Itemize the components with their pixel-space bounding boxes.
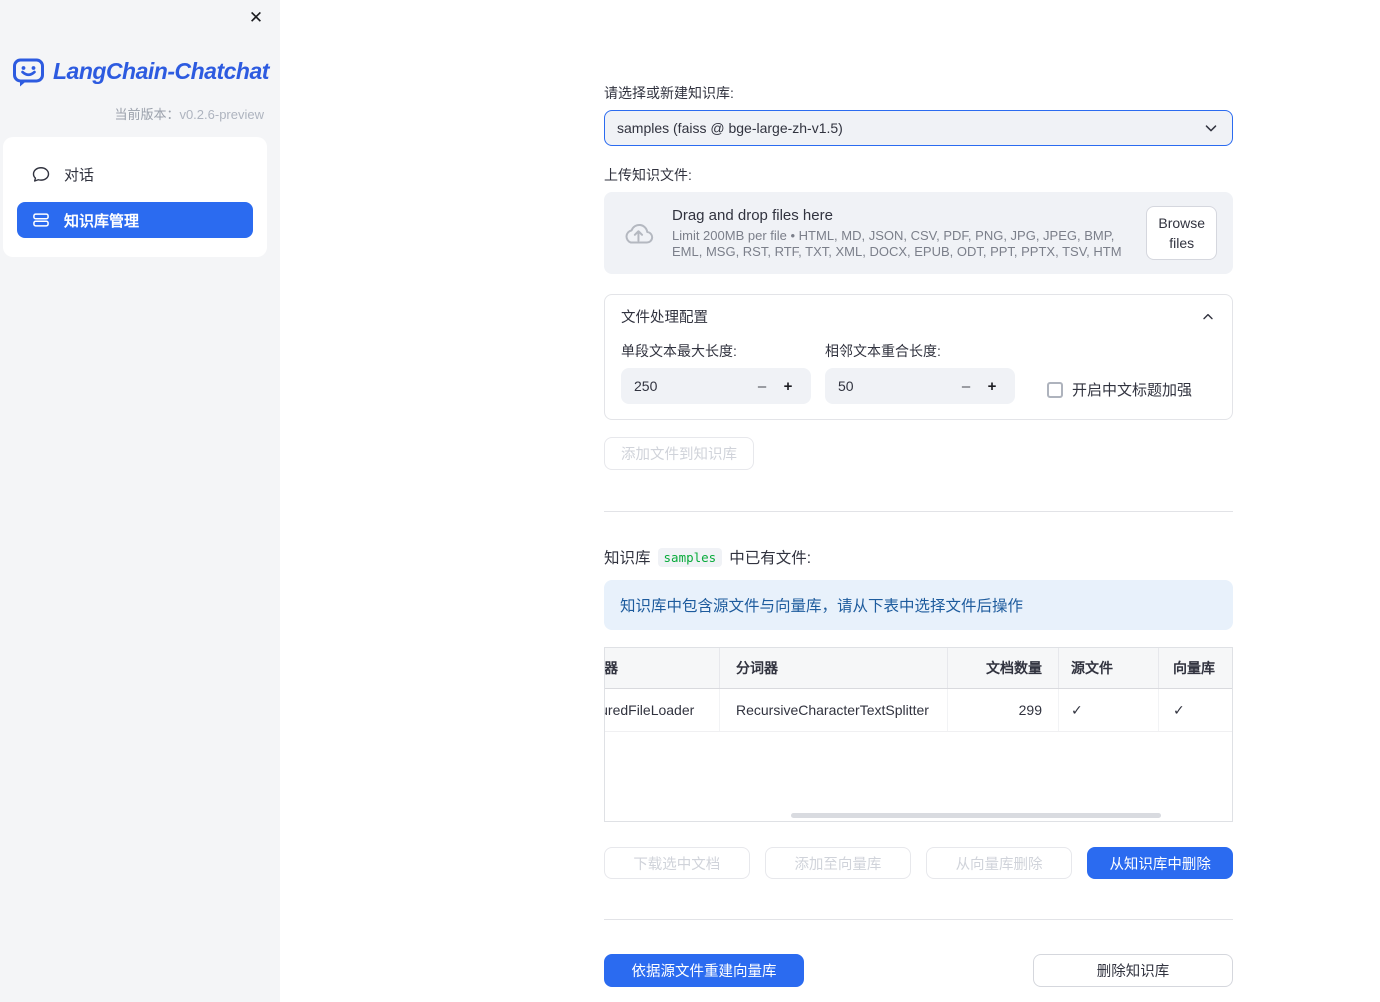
cell-loader: UnstructuredFileLoader: [605, 689, 720, 731]
cell-splitter: RecursiveCharacterTextSplitter: [720, 689, 948, 731]
sidebar-nav: 对话 知识库管理: [3, 137, 267, 257]
logo-text: LangChain-Chatchat: [53, 58, 269, 84]
increment-button[interactable]: +: [775, 378, 801, 395]
table-horizontal-scrollbar[interactable]: [791, 813, 1161, 818]
zh-title-enhance-checkbox[interactable]: [1047, 381, 1063, 398]
zh-title-enhance-label: 开启中文标题加强: [1072, 382, 1193, 399]
delete-from-kb-button[interactable]: 从知识库中删除: [1087, 847, 1233, 879]
logo-chat-bubble-icon: [12, 55, 45, 88]
browse-files-button[interactable]: Browse files: [1146, 206, 1217, 260]
kb-actions-row: 依据源文件重建向量库 删除知识库: [604, 954, 1233, 987]
delete-from-vector-store-button[interactable]: 从向量库删除: [926, 847, 1072, 879]
table-row[interactable]: UnstructuredFileLoader RecursiveCharacte…: [605, 689, 1232, 732]
sidebar-item-knowledge-base[interactable]: 知识库管理: [17, 202, 253, 238]
column-header-splitter[interactable]: 分词器: [720, 648, 948, 688]
app-logo: LangChain-Chatchat: [12, 55, 280, 88]
kb-name-code: samples: [657, 547, 723, 567]
table-header-row: 文档加载器 分词器 文档数量 源文件 向量库: [605, 648, 1232, 689]
table-inner: 文档加载器 分词器 文档数量 源文件 向量库 UnstructuredFileL…: [605, 648, 1232, 732]
kb-select-value: samples (faiss @ bge-large-zh-v1.5): [617, 120, 843, 136]
column-header-doc-count[interactable]: 文档数量: [948, 648, 1059, 688]
info-banner: 知识库中包含源文件与向量库，请从下表中选择文件后操作: [604, 580, 1233, 630]
stacked-collection-icon: [31, 210, 51, 230]
kb-files-heading: 知识库 samples 中已有文件:: [604, 546, 1233, 568]
file-config-expander-header[interactable]: 文件处理配置: [605, 295, 1232, 338]
upload-label: 上传知识文件:: [604, 167, 692, 183]
rebuild-vector-store-button[interactable]: 依据源文件重建向量库: [604, 954, 804, 987]
column-header-loader[interactable]: 文档加载器: [605, 648, 720, 688]
chevron-up-icon: [1200, 309, 1216, 325]
chunk-size-value: 250: [634, 378, 658, 394]
file-config-title: 文件处理配置: [621, 310, 708, 326]
add-to-vector-store-button[interactable]: 添加至向量库: [765, 847, 911, 879]
download-selected-button[interactable]: 下载选中文档: [604, 847, 750, 879]
dropzone-hint: Limit 200MB per file • HTML, MD, JSON, C…: [672, 227, 1122, 259]
cell-vector-store-check: ✓: [1173, 701, 1185, 718]
chunk-size-input[interactable]: 250 – +: [621, 368, 811, 404]
sidebar-item-chat[interactable]: 对话: [17, 156, 253, 192]
divider: [604, 511, 1233, 512]
cloud-upload-icon: [620, 220, 656, 247]
content-column: 请选择或新建知识库: samples (faiss @ bge-large-zh…: [604, 83, 1233, 987]
overlap-value: 50: [838, 378, 854, 394]
decrement-button[interactable]: –: [953, 378, 979, 395]
cell-source-file-check: ✓: [1059, 689, 1159, 731]
version-info: 当前版本：v0.2.6-preview: [0, 104, 280, 123]
sidebar-item-label: 知识库管理: [64, 212, 140, 230]
file-config-body: 单段文本最大长度: 250 – + 相邻文本重合长度: 50 – + 开启中文标…: [605, 338, 1232, 419]
kb-files-prefix: 知识库: [604, 550, 651, 567]
cell-doc-count: 299: [948, 689, 1059, 731]
dropzone-title: Drag and drop files here: [672, 206, 833, 224]
increment-button[interactable]: +: [979, 378, 1005, 395]
add-files-to-kb-button[interactable]: 添加文件到知识库: [604, 437, 754, 470]
file-actions-row: 下载选中文档 添加至向量库 从向量库删除 从知识库中删除: [604, 847, 1233, 879]
chunk-size-label: 单段文本最大长度:: [621, 343, 737, 359]
kb-select-label: 请选择或新建知识库:: [604, 85, 734, 101]
chat-bubble-icon: [31, 164, 51, 184]
zh-title-enhance-field: 开启中文标题加强: [1047, 379, 1192, 400]
sidebar: ✕ LangChain-Chatchat 当前版本：v0.2.6-preview…: [0, 0, 280, 1002]
divider: [604, 919, 1233, 920]
file-config-expander: 文件处理配置 单段文本最大长度: 250 – + 相邻文本重合长度: 50 – …: [604, 294, 1233, 420]
kb-files-table[interactable]: 文档加载器 分词器 文档数量 源文件 向量库 UnstructuredFileL…: [604, 647, 1233, 822]
delete-kb-button[interactable]: 删除知识库: [1033, 954, 1233, 987]
version-value: v0.2.6-preview: [179, 107, 264, 122]
column-header-source-file[interactable]: 源文件: [1059, 648, 1159, 688]
overlap-input[interactable]: 50 – +: [825, 368, 1015, 404]
column-header-vector-store[interactable]: 向量库: [1159, 648, 1232, 688]
chunk-size-field: 单段文本最大长度: 250 – +: [621, 341, 811, 404]
sidebar-close-icon[interactable]: ✕: [244, 6, 268, 30]
sidebar-item-label: 对话: [64, 166, 95, 184]
overlap-field: 相邻文本重合长度: 50 – +: [825, 341, 1015, 404]
chevron-down-icon: [1202, 119, 1220, 137]
overlap-label: 相邻文本重合长度:: [825, 343, 941, 359]
main-area: 请选择或新建知识库: samples (faiss @ bge-large-zh…: [280, 0, 1380, 1002]
file-dropzone[interactable]: Drag and drop files here Limit 200MB per…: [604, 192, 1233, 274]
dropzone-text: Drag and drop files here Limit 200MB per…: [672, 207, 1146, 260]
kb-files-suffix: 中已有文件:: [729, 550, 812, 567]
kb-select[interactable]: samples (faiss @ bge-large-zh-v1.5): [604, 110, 1233, 146]
version-label: 当前版本：: [114, 107, 180, 122]
decrement-button[interactable]: –: [749, 378, 775, 395]
